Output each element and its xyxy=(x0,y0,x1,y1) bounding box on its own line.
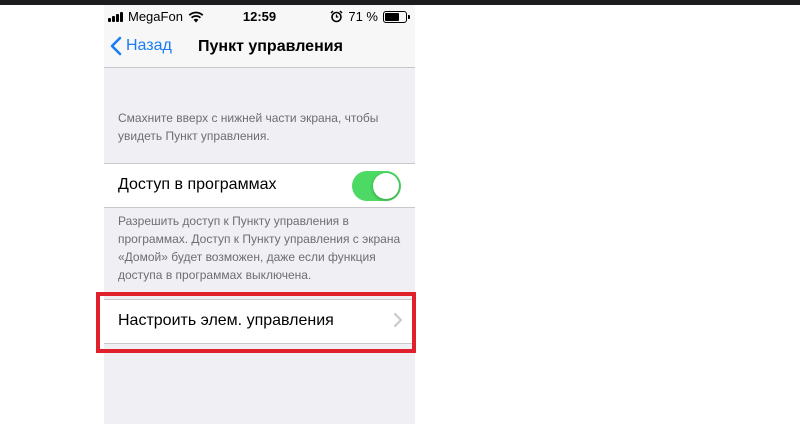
apps-access-footer: Разрешить доступ к Пункту управления в п… xyxy=(118,214,401,282)
apps-access-toggle[interactable] xyxy=(352,171,401,201)
highlight-annotation xyxy=(96,292,416,353)
navigation-bar: Назад Пункт управления xyxy=(104,27,415,68)
back-button[interactable]: Назад xyxy=(110,36,172,56)
apps-access-label: Доступ в программах xyxy=(118,176,277,193)
apps-access-row: Доступ в программах xyxy=(104,163,415,208)
alarm-icon xyxy=(330,10,343,23)
toggle-knob xyxy=(373,173,399,199)
back-label: Назад xyxy=(126,37,172,54)
intro-text: Смахните вверх с нижней части экрана, чт… xyxy=(118,111,379,143)
status-right: 71 % xyxy=(330,9,410,24)
page-title: Пункт управления xyxy=(198,38,343,55)
status-bar: MegaFon 12:59 71 % xyxy=(104,5,415,27)
phone-screen: MegaFon 12:59 71 % Назад Пункт управлени… xyxy=(104,5,415,424)
battery-percent: 71 % xyxy=(348,9,378,24)
battery-icon xyxy=(383,10,410,23)
battery-fill xyxy=(385,12,399,21)
chevron-left-icon xyxy=(110,36,122,56)
